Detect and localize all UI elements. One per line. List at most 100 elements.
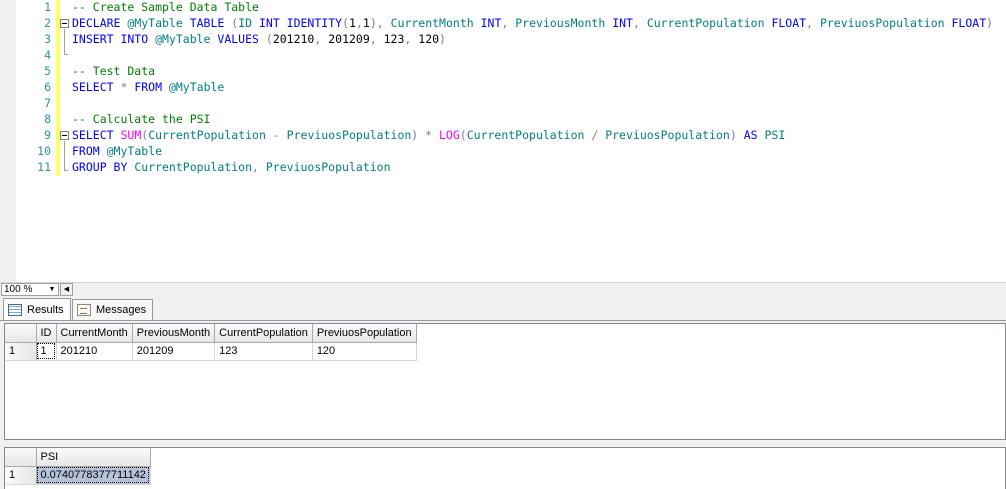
- code-line[interactable]: DECLARE @MyTable TABLE (ID INT IDENTITY(…: [72, 15, 993, 31]
- code-token: DECLARE: [72, 16, 128, 30]
- zoom-dropdown[interactable]: 100 % ▼: [1, 283, 59, 296]
- code-token: ,: [501, 16, 516, 30]
- code-token: (: [265, 32, 273, 46]
- code-token: ,: [806, 16, 820, 30]
- code-token: -- Create Sample Data Table: [72, 0, 259, 14]
- code-token: INT IDENTITY: [258, 16, 343, 30]
- grid-corner[interactable]: [5, 324, 37, 343]
- code-token: CurrentPopulation: [134, 160, 253, 174]
- outline-line: [64, 141, 65, 170]
- code-token: -- Calculate the PSI: [72, 112, 211, 126]
- scroll-left-button[interactable]: ◀: [60, 283, 73, 296]
- code-token: 201210: [272, 32, 315, 46]
- code-token: SELECT: [72, 128, 121, 142]
- code-token: ID: [238, 16, 259, 30]
- code-line[interactable]: SELECT SUM(CurrentPopulation - PreviuosP…: [72, 127, 785, 143]
- table-cell[interactable]: 123: [214, 342, 313, 361]
- outline-end: [64, 54, 68, 55]
- query-editor[interactable]: 1 2 3 4 5 6 7 8 9 10 11 -- Create Sample Data Tabl…: [0, 0, 1006, 282]
- code-token: SELECT: [72, 80, 121, 94]
- code-line[interactable]: -- Create Sample Data Table: [72, 0, 259, 15]
- row-number[interactable]: 1: [5, 466, 37, 485]
- header-row: PSI: [5, 448, 151, 467]
- table-cell[interactable]: 0.0740778377711142: [36, 466, 151, 485]
- code-token: ): [986, 16, 994, 30]
- code-token: AS: [743, 128, 765, 142]
- line-number: 6: [44, 80, 51, 94]
- column-header[interactable]: PreviousMonth: [132, 324, 216, 343]
- result-grid-1[interactable]: ID CurrentMonth PreviousMonth CurrentPopula…: [4, 323, 1006, 440]
- code-token: -: [272, 128, 287, 142]
- zoom-value: 100 %: [4, 284, 33, 295]
- line-number: 5: [44, 64, 51, 78]
- code-token: 1: [349, 16, 356, 30]
- grid-icon: [8, 303, 22, 316]
- column-header[interactable]: PreviuosPopulation: [312, 324, 417, 343]
- code-line[interactable]: -- Test Data: [72, 63, 155, 79]
- code-token: LOG: [439, 128, 460, 142]
- code-token: PreviuosPopulation: [265, 160, 391, 174]
- line-number: 8: [44, 112, 51, 126]
- code-token: INT: [612, 16, 633, 30]
- outline-end: [64, 170, 68, 171]
- code-token: -- Test Data: [72, 64, 156, 78]
- code-token: FROM: [134, 80, 169, 94]
- code-token: FROM: [72, 144, 107, 158]
- result-table-2: PSI 1 0.0740778377711142: [5, 448, 151, 485]
- tab-messages[interactable]: Messages: [72, 299, 154, 320]
- table-cell[interactable]: 1: [36, 342, 57, 361]
- column-header[interactable]: CurrentMonth: [56, 324, 133, 343]
- code-line[interactable]: -- Calculate the PSI: [72, 111, 210, 127]
- header-row: ID CurrentMonth PreviousMonth CurrentPopula…: [5, 324, 417, 343]
- code-token: TABLE: [189, 16, 232, 30]
- code-line[interactable]: GROUP BY CurrentPopulation, PreviuosPopu…: [72, 159, 391, 175]
- code-token: /: [591, 128, 606, 142]
- code-token: INT: [480, 16, 502, 30]
- code-token: @MyTable: [106, 144, 163, 158]
- code-line[interactable]: FROM @MyTable: [72, 143, 162, 159]
- tab-messages-label: Messages: [96, 304, 147, 316]
- code-token: ,: [252, 160, 266, 174]
- column-header[interactable]: ID: [36, 324, 57, 343]
- table-cell[interactable]: 120: [312, 342, 417, 361]
- code-token: ): [729, 128, 744, 142]
- code-token: @MyTable: [168, 80, 225, 94]
- collapse-toggle[interactable]: [60, 131, 69, 140]
- code-token: ),: [369, 16, 391, 30]
- column-header[interactable]: PSI: [36, 448, 151, 467]
- code-line[interactable]: SELECT * FROM @MyTable: [72, 79, 224, 95]
- collapse-toggle[interactable]: [60, 19, 69, 28]
- row-number[interactable]: 1: [5, 342, 37, 361]
- code-token: @MyTable: [155, 32, 218, 46]
- code-token: ,: [369, 32, 384, 46]
- result-grid-2[interactable]: PSI 1 0.0740778377711142: [4, 447, 1006, 489]
- line-number: 9: [44, 128, 51, 142]
- code-token: CurrentPopulation: [466, 128, 592, 142]
- line-number: 10: [37, 144, 51, 158]
- code-token: ): [439, 32, 446, 46]
- line-number: 11: [37, 160, 51, 174]
- code-token: 201209: [328, 32, 370, 46]
- code-token: PreviuosPopulation: [819, 16, 952, 30]
- line-number: 7: [44, 96, 51, 110]
- tab-results-label: Results: [27, 303, 64, 316]
- tab-results[interactable]: Results: [3, 298, 71, 320]
- code-token: (: [459, 128, 467, 142]
- code-token: CurrentPopulation: [646, 16, 772, 30]
- chevron-down-icon[interactable]: ▼: [47, 284, 57, 295]
- table-cell[interactable]: 201209: [132, 342, 216, 361]
- table-cell[interactable]: 201210: [56, 342, 133, 361]
- table-row[interactable]: 1 0.0740778377711142: [5, 466, 151, 485]
- code-token: (: [342, 16, 349, 30]
- code-token: ,: [404, 32, 419, 46]
- table-row[interactable]: 1 1 201210 201209 123 120: [5, 342, 417, 361]
- code-token: CurrentPopulation: [148, 128, 273, 142]
- column-header[interactable]: CurrentPopulation: [214, 324, 313, 343]
- outline-line: [64, 29, 65, 54]
- code-token: ,: [355, 16, 363, 30]
- grid-corner[interactable]: [5, 448, 37, 467]
- tab-divider: [0, 320, 1006, 321]
- code-token: PreviuosPopulation: [286, 128, 412, 142]
- results-pane: Results Messages ID CurrentMonth PreviousM…: [0, 296, 1006, 489]
- code-line[interactable]: INSERT INTO @MyTable VALUES (201210, 201…: [72, 31, 446, 47]
